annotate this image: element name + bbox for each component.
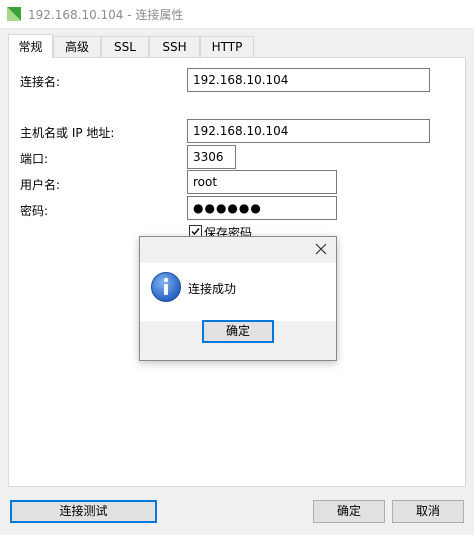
title-bar: 192.168.10.104 - 连接属性 [0, 0, 474, 29]
tab-ssl[interactable]: SSL [101, 36, 149, 57]
port-label: 端口: [20, 152, 49, 166]
password-input[interactable]: ●●●●●● [187, 196, 337, 220]
connection-name-input[interactable]: 192.168.10.104 [187, 68, 430, 92]
navicat-logo-icon [7, 7, 21, 21]
dialog-ok-label: 确定 [225, 324, 250, 338]
ok-button[interactable]: 确定 [313, 500, 385, 523]
dialog-body: 连接成功 [140, 263, 336, 321]
username-label: 用户名: [20, 178, 61, 192]
tab-http-label: HTTP [211, 40, 243, 54]
tab-general[interactable]: 常规 [8, 34, 53, 58]
tab-advanced[interactable]: 高级 [53, 36, 101, 57]
tab-general-label: 常规 [18, 40, 43, 54]
connection-name-label: 连接名: [20, 75, 61, 89]
test-connection-label: 连接测试 [59, 504, 108, 518]
message-dialog: 连接成功 确定 [139, 236, 337, 361]
cancel-button[interactable]: 取消 [392, 500, 464, 523]
info-icon [151, 272, 181, 302]
dialog-message: 连接成功 [188, 282, 237, 296]
test-connection-button[interactable]: 连接测试 [10, 500, 157, 523]
password-label: 密码: [20, 204, 49, 218]
host-input[interactable]: 192.168.10.104 [187, 119, 430, 143]
tab-advanced-label: 高级 [64, 40, 89, 54]
dialog-ok-button[interactable]: 确定 [202, 320, 274, 343]
window-title: 192.168.10.104 - 连接属性 [28, 8, 184, 22]
close-icon[interactable] [312, 240, 330, 258]
port-input[interactable]: 3306 [187, 145, 236, 169]
ok-button-label: 确定 [336, 504, 361, 518]
tab-ssh-label: SSH [162, 40, 187, 54]
tab-ssh[interactable]: SSH [149, 36, 200, 57]
tab-http[interactable]: HTTP [200, 36, 254, 57]
tab-ssl-label: SSL [114, 40, 136, 54]
host-label: 主机名或 IP 地址: [20, 126, 115, 140]
username-input[interactable]: root [187, 170, 337, 194]
cancel-button-label: 取消 [415, 504, 440, 518]
